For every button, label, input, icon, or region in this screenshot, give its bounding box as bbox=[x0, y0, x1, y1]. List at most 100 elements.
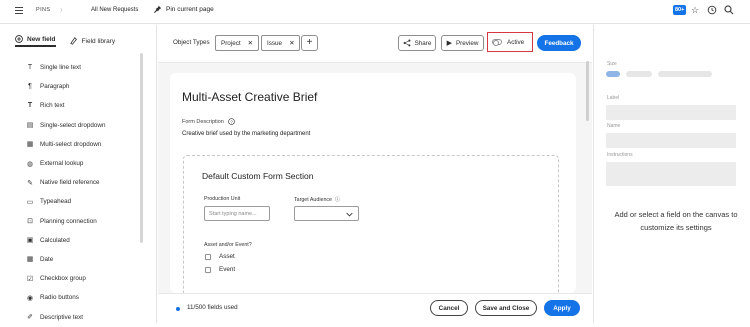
checkbox[interactable] bbox=[205, 253, 211, 260]
form-canvas-area: Object Types Project ✕ Issue ✕ + Share ▶… bbox=[158, 25, 592, 323]
multi-dropdown-icon: ▦ bbox=[26, 141, 34, 149]
field-type-radio-buttons[interactable]: ◉ Radio buttons bbox=[26, 288, 141, 307]
field-type-calculated[interactable]: ▣ Calculated bbox=[26, 231, 141, 250]
search-icon[interactable] bbox=[724, 5, 734, 15]
chevron-right-icon: › bbox=[60, 5, 63, 14]
active-toggle[interactable]: Active bbox=[487, 32, 533, 52]
field-settings-panel: Size Label Name Instructions Add or sele… bbox=[593, 25, 750, 323]
checkbox-asset[interactable]: Asset bbox=[205, 253, 235, 260]
instructions-field-label: Instructions bbox=[607, 152, 633, 158]
field-type-descriptive-text[interactable]: ✐ Descriptive text bbox=[26, 307, 141, 326]
field-type-single-select[interactable]: ▤ Single-select dropdown bbox=[26, 116, 141, 135]
target-audience-select[interactable] bbox=[294, 206, 359, 221]
name-field[interactable] bbox=[606, 133, 736, 148]
field-type-multi-select[interactable]: ▦ Multi-select dropdown bbox=[26, 135, 141, 154]
instructions-field[interactable] bbox=[606, 162, 736, 186]
checkbox-event[interactable]: Event bbox=[205, 266, 235, 273]
object-type-chip[interactable]: Project ✕ bbox=[215, 35, 259, 51]
size-option-small[interactable] bbox=[606, 71, 620, 77]
canvas-scrollbar[interactable] bbox=[586, 61, 589, 121]
tab-field-library-label: Field library bbox=[81, 37, 116, 45]
form-description-label: Form Description ? bbox=[182, 118, 235, 125]
typeahead-icon: ▭ bbox=[26, 198, 34, 206]
object-type-chip[interactable]: Issue ✕ bbox=[261, 35, 301, 51]
field-palette-panel: New field Field library T Single line tex… bbox=[0, 25, 157, 323]
field-type-label: Checkbox group bbox=[40, 275, 86, 283]
production-unit-label: Production Unit bbox=[204, 196, 241, 202]
field-type-typeahead[interactable]: ▭ Typeahead bbox=[26, 192, 141, 211]
size-label: Size bbox=[607, 61, 617, 67]
field-type-rich-text[interactable]: T Rich text bbox=[26, 96, 141, 115]
checkbox[interactable] bbox=[205, 266, 211, 273]
size-option-large[interactable] bbox=[658, 71, 712, 77]
tab-field-library[interactable]: Field library bbox=[69, 35, 116, 47]
feedback-button[interactable]: Feedback bbox=[537, 35, 581, 51]
field-type-label: Planning connection bbox=[40, 217, 97, 225]
target-audience-label-text: Target Audience bbox=[294, 196, 332, 203]
section-title[interactable]: Default Custom Form Section bbox=[202, 171, 313, 181]
field-type-label: Radio buttons bbox=[40, 294, 79, 302]
field-type-label: Typeahead bbox=[40, 198, 72, 206]
rich-text-icon: T bbox=[27, 102, 33, 110]
form-title[interactable]: Multi-Asset Creative Brief bbox=[182, 90, 317, 104]
label-field[interactable] bbox=[606, 105, 736, 120]
globe-icon: ◍ bbox=[26, 160, 34, 168]
plus-icon: + bbox=[306, 37, 313, 48]
field-type-label: Native field reference bbox=[40, 179, 100, 187]
cancel-button[interactable]: Cancel bbox=[430, 300, 468, 316]
pin-icon bbox=[154, 5, 162, 13]
pin-page-button[interactable]: Pin current page bbox=[154, 5, 214, 13]
canvas-footer: 11/500 fields used Cancel Save and Close… bbox=[158, 293, 592, 323]
object-types-label: Object Types bbox=[173, 39, 210, 46]
field-type-planning-connection[interactable]: ⊡ Planning connection bbox=[26, 212, 141, 231]
tab-new-field[interactable]: New field bbox=[15, 35, 56, 47]
checkbox-label: Event bbox=[219, 266, 236, 273]
checkbox-label: Asset bbox=[219, 253, 235, 260]
svg-text:?: ? bbox=[230, 119, 233, 124]
library-icon bbox=[69, 37, 77, 45]
field-type-label: Multi-select dropdown bbox=[40, 140, 102, 148]
calendar-icon: ▦ bbox=[26, 256, 34, 264]
add-object-type-button[interactable]: + bbox=[301, 35, 318, 51]
radio-icon: ◉ bbox=[26, 294, 34, 302]
field-type-external-lookup[interactable]: ◍ External lookup bbox=[26, 154, 141, 173]
production-unit-input[interactable]: Start typing name... bbox=[204, 206, 270, 221]
star-icon[interactable]: ☆ bbox=[690, 5, 700, 15]
field-type-native-reference[interactable]: ✎ Native field reference bbox=[26, 173, 141, 192]
breadcrumb-root[interactable]: PINS bbox=[36, 7, 50, 13]
share-button[interactable]: Share bbox=[398, 35, 436, 51]
object-type-label: Issue bbox=[267, 39, 283, 47]
field-type-label: Date bbox=[40, 255, 54, 263]
form-section[interactable]: Default Custom Form Section Production U… bbox=[183, 155, 559, 293]
plus-circle-icon bbox=[15, 35, 23, 43]
apply-button[interactable]: Apply bbox=[544, 300, 580, 316]
toggle-switch[interactable] bbox=[492, 39, 502, 46]
close-icon[interactable]: ✕ bbox=[289, 40, 294, 47]
history-icon[interactable] bbox=[707, 5, 717, 15]
share-icon bbox=[403, 39, 411, 47]
save-and-close-button[interactable]: Save and Close bbox=[475, 300, 537, 316]
close-icon[interactable]: ✕ bbox=[248, 40, 253, 47]
palette-tabs: New field Field library bbox=[15, 35, 115, 47]
help-icon[interactable]: ? bbox=[228, 118, 235, 125]
size-option-medium[interactable] bbox=[626, 71, 652, 77]
field-type-date[interactable]: ▦ Date bbox=[26, 250, 141, 269]
field-type-list: T Single line text ¶ Paragraph T Rich text … bbox=[26, 58, 141, 327]
chevron-down-icon bbox=[346, 212, 353, 217]
field-type-checkbox-group[interactable]: ☑ Checkbox group bbox=[26, 269, 141, 288]
canvas-toolbar: Object Types Project ✕ Issue ✕ + Share ▶… bbox=[158, 25, 592, 63]
target-audience-label: Target Audience ⓘ bbox=[294, 196, 340, 204]
form-description[interactable]: Creative brief used by the marketing dep… bbox=[182, 131, 310, 137]
label-field-label: Label bbox=[607, 95, 620, 101]
preview-button[interactable]: ▶ Preview bbox=[441, 35, 484, 51]
empty-settings-message: Add or select a field on the canvas to c… bbox=[614, 210, 738, 232]
field-type-paragraph[interactable]: ¶ Paragraph bbox=[26, 77, 141, 96]
tab-new-field-label: New field bbox=[27, 35, 56, 43]
top-bar: PINS › All New Requests Pin current page… bbox=[0, 0, 750, 24]
info-icon[interactable]: ⓘ bbox=[335, 196, 340, 203]
menu-icon[interactable] bbox=[15, 7, 23, 14]
notification-badge[interactable]: 80+ bbox=[673, 5, 687, 15]
paragraph-icon: ¶ bbox=[28, 83, 32, 91]
palette-scrollbar[interactable] bbox=[140, 53, 143, 243]
field-type-single-line-text[interactable]: T Single line text bbox=[26, 58, 141, 77]
